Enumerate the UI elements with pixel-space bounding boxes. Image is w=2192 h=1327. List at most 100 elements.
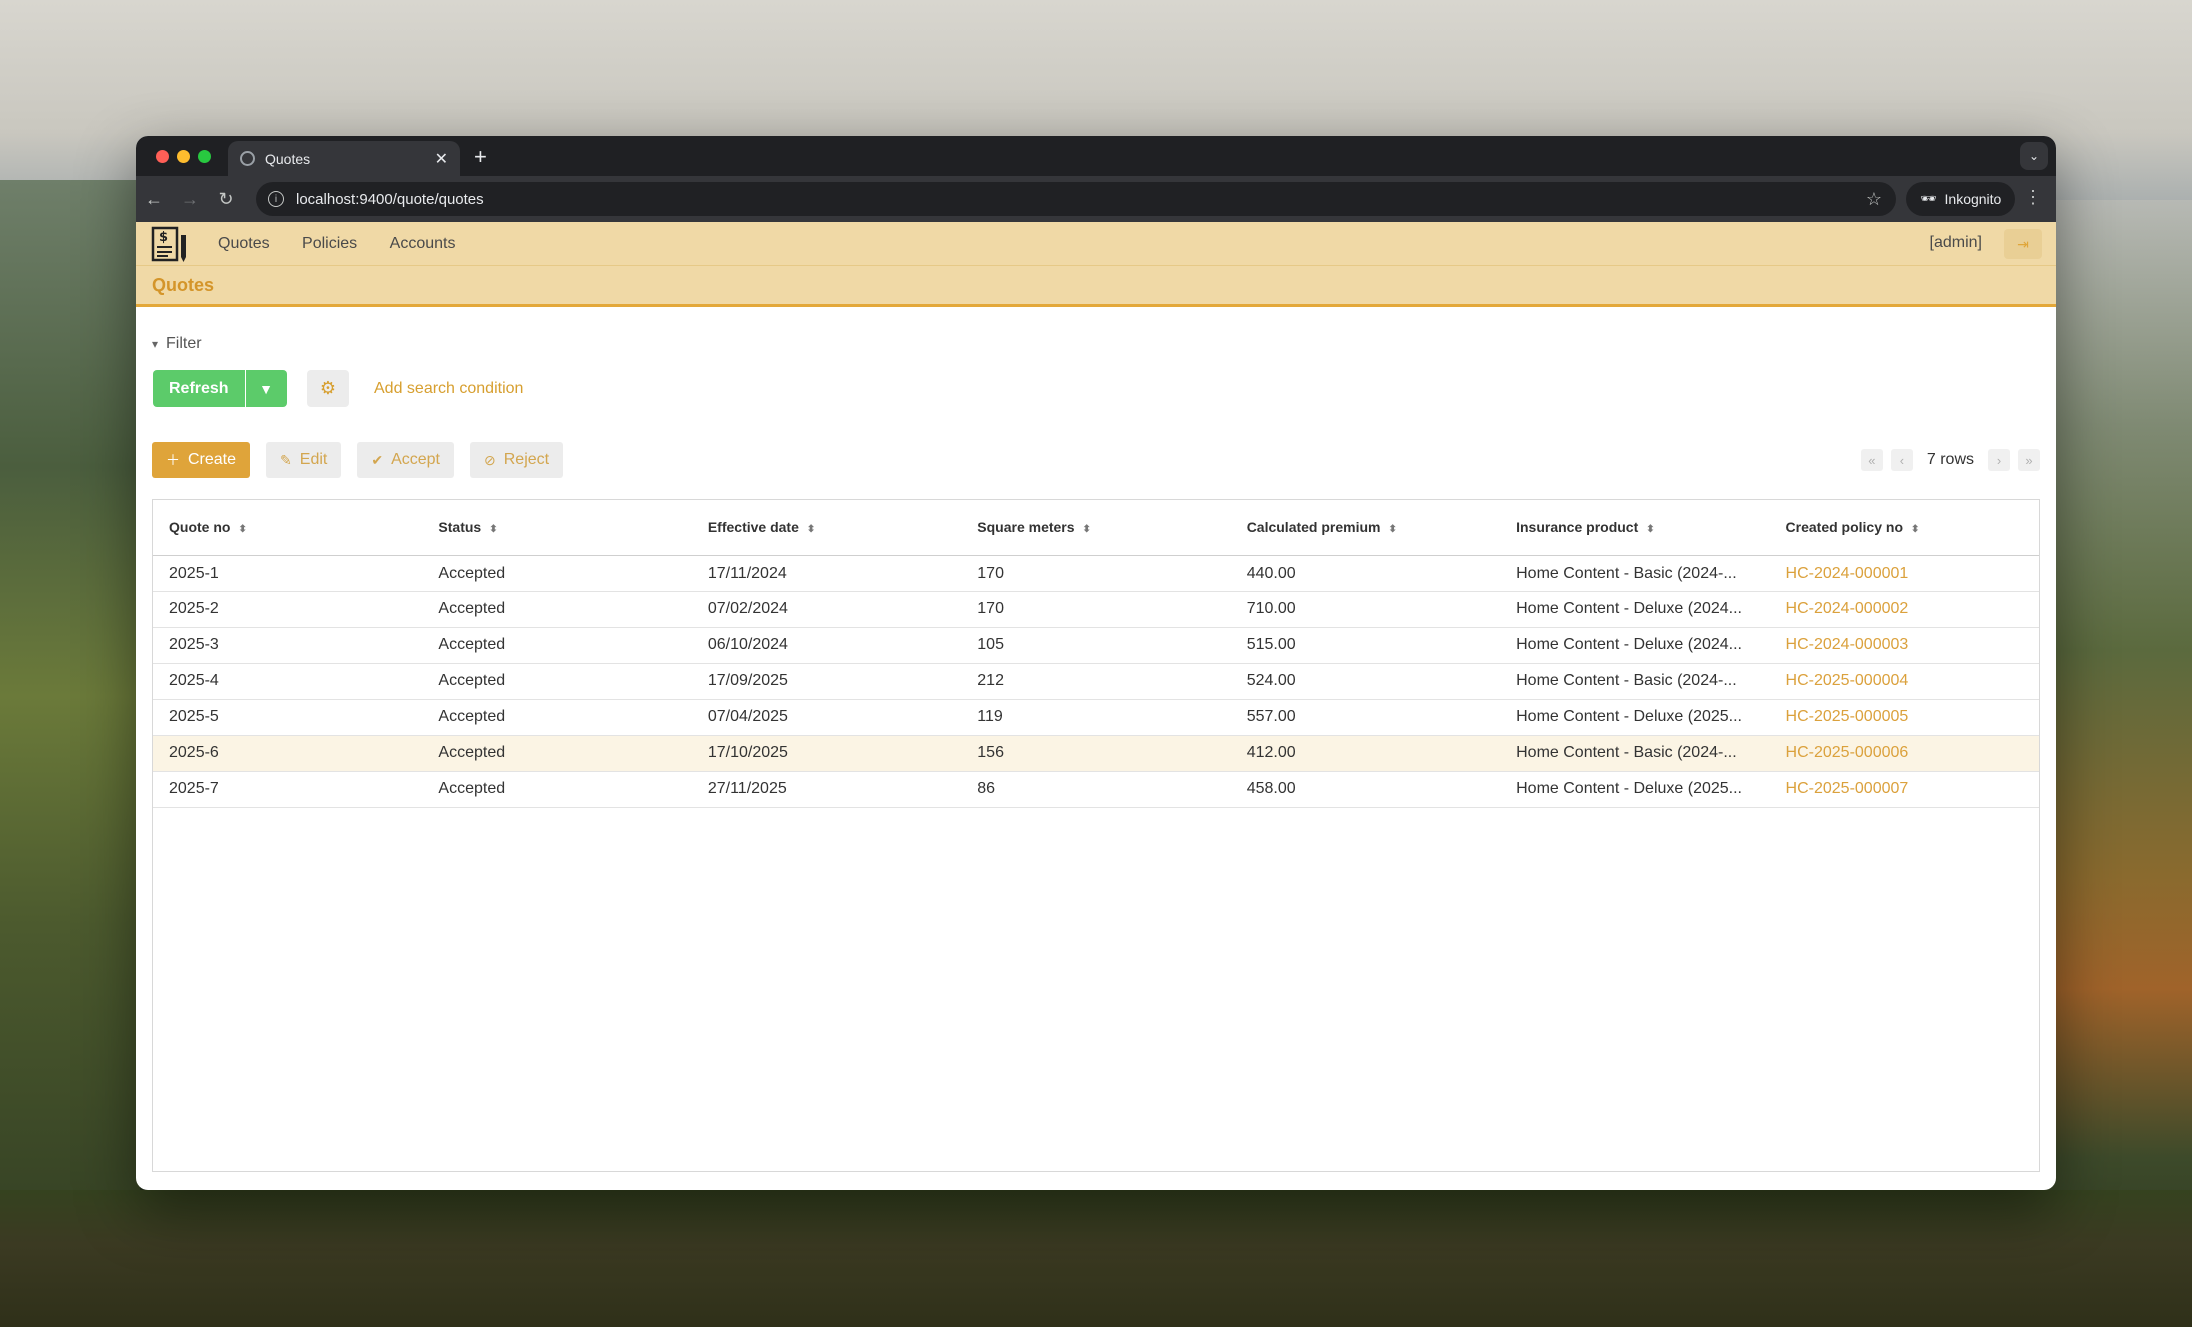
nav-accounts[interactable]: Accounts [390, 235, 456, 252]
next-page-icon[interactable]: › [1988, 449, 2010, 471]
cell-insurance-product: Home Content - Basic (2024-... [1500, 555, 1770, 592]
minimize-window-button[interactable] [177, 150, 190, 163]
refresh-button[interactable]: Refresh [153, 370, 245, 407]
url-text: localhost:9400/quote/quotes [296, 190, 484, 208]
cell-created-policy-no[interactable]: HC-2024-000001 [1769, 555, 2039, 592]
table-row[interactable]: 2025-2 Accepted 07/02/2024 170 710.00 Home Co… [153, 591, 2039, 628]
last-page-icon[interactable]: » [2018, 449, 2040, 471]
new-tab-button[interactable]: + [474, 144, 487, 170]
browser-menu-icon[interactable]: ⋮ [2024, 187, 2042, 208]
pencil-icon: ✎ [280, 451, 292, 468]
column-header-label: Quote no [169, 519, 231, 536]
main-nav: Quotes Policies Accounts [204, 235, 469, 253]
cell-effective-date: 06/10/2024 [691, 627, 962, 664]
column-header-status[interactable]: Status ⬍ [422, 500, 692, 556]
accept-label: Accept [391, 451, 440, 468]
add-search-condition-link[interactable]: Add search condition [374, 380, 523, 398]
cell-created-policy-no[interactable]: HC-2025-000005 [1769, 699, 2039, 736]
cell-square-meters: 170 [961, 591, 1231, 628]
sort-icon[interactable]: ⬍ [238, 524, 246, 535]
column-header-quote-no[interactable]: Quote no ⬍ [153, 500, 423, 556]
refresh-dropdown-button[interactable]: ▼ [244, 370, 287, 407]
cell-insurance-product: Home Content - Basic (2024-... [1500, 663, 1770, 700]
cell-effective-date: 17/09/2025 [691, 663, 962, 700]
cell-effective-date: 17/10/2025 [691, 735, 962, 772]
column-header-effective-date[interactable]: Effective date ⬍ [691, 500, 962, 556]
cell-effective-date: 27/11/2025 [691, 771, 962, 808]
column-header-label: Effective date [707, 519, 799, 536]
cell-status: Accepted [422, 627, 692, 664]
close-window-button[interactable] [156, 150, 169, 163]
incognito-badge[interactable]: 🕶 Inkognito [1906, 182, 2016, 216]
chevron-down-icon: ▼ [259, 380, 273, 397]
sort-icon[interactable]: ⬍ [1911, 524, 1919, 535]
cell-calculated-premium: 524.00 [1230, 663, 1501, 700]
sort-icon[interactable]: ⬍ [489, 524, 497, 535]
nav-quotes[interactable]: Quotes [218, 235, 270, 252]
first-page-icon[interactable]: « [1860, 449, 1883, 471]
cell-created-policy-no[interactable]: HC-2025-000007 [1769, 771, 2039, 808]
browser-tab[interactable]: Quotes ✕ [228, 141, 460, 176]
cell-calculated-premium: 458.00 [1230, 771, 1501, 808]
cell-status: Accepted [422, 771, 692, 808]
incognito-icon: 🕶 [1920, 191, 1937, 206]
site-info-icon[interactable]: i [268, 191, 284, 207]
cell-effective-date: 07/02/2024 [691, 591, 962, 628]
table-row[interactable]: 2025-1 Accepted 17/11/2024 170 440.00 Home Co… [153, 555, 2039, 592]
sort-icon[interactable]: ⬍ [1389, 524, 1397, 535]
column-header-insurance-product[interactable]: Insurance product ⬍ [1500, 500, 1770, 556]
sort-icon[interactable]: ⬍ [1646, 524, 1654, 535]
cell-status: Accepted [422, 591, 692, 628]
accept-button[interactable]: ✔ Accept [357, 442, 454, 478]
close-tab-icon[interactable]: ✕ [435, 149, 448, 169]
column-header-label: Status [438, 519, 482, 536]
cell-created-policy-no[interactable]: HC-2024-000002 [1769, 591, 2039, 628]
browser-window: Quotes ✕ + ⌄ ← → ↻ i localhost:9400/quot… [136, 136, 2056, 1190]
address-bar[interactable]: i localhost:9400/quote/quotes ☆ [256, 182, 1896, 216]
cell-calculated-premium: 710.00 [1230, 591, 1501, 628]
column-header-label: Square meters [977, 519, 1075, 536]
pagination: « ‹ 7 rows › » [1860, 449, 2040, 471]
cell-calculated-premium: 440.00 [1230, 555, 1501, 592]
app-header: $ Quotes Policies Accounts [admin] ⇥ [136, 222, 2056, 266]
column-header-square-meters[interactable]: Square meters ⬍ [961, 500, 1231, 556]
page-title-bar: Quotes [136, 266, 2056, 307]
refresh-button-group: Refresh ▼ [153, 370, 287, 407]
cell-created-policy-no[interactable]: HC-2025-000004 [1769, 663, 2039, 700]
filter-toggle[interactable]: ▾ Filter [152, 335, 202, 353]
maximize-window-button[interactable] [198, 150, 211, 163]
table-row[interactable]: 2025-6 Accepted 17/10/2025 156 412.00 Home Co… [153, 735, 2039, 772]
cell-created-policy-no[interactable]: HC-2024-000003 [1769, 627, 2039, 664]
table-row[interactable]: 2025-4 Accepted 17/09/2025 212 524.00 Home Co… [153, 663, 2039, 700]
forward-icon[interactable]: → [172, 189, 208, 210]
sort-icon[interactable]: ⬍ [807, 524, 815, 535]
tab-title: Quotes [265, 150, 311, 167]
cell-square-meters: 105 [961, 627, 1231, 664]
app-logo-icon[interactable]: $ [150, 225, 190, 263]
reload-icon[interactable]: ↻ [208, 189, 244, 210]
column-header-calculated-premium[interactable]: Calculated premium ⬍ [1230, 500, 1501, 556]
cell-insurance-product: Home Content - Deluxe (2025... [1500, 699, 1770, 736]
back-icon[interactable]: ← [136, 189, 172, 210]
prev-page-icon[interactable]: ‹ [1890, 449, 1913, 471]
cell-created-policy-no[interactable]: HC-2025-000006 [1769, 735, 2039, 772]
logout-button[interactable]: ⇥ [2004, 229, 2042, 259]
edit-button[interactable]: ✎ Edit [266, 442, 342, 478]
column-header-created-policy-no[interactable]: Created policy no ⬍ [1769, 500, 2039, 556]
tab-search-button[interactable]: ⌄ [2020, 142, 2048, 170]
globe-icon [240, 151, 255, 166]
logout-icon: ⇥ [2017, 235, 2029, 252]
cell-square-meters: 212 [961, 663, 1231, 700]
filter-settings-button[interactable]: ⚙ [307, 370, 349, 407]
svg-text:$: $ [159, 230, 168, 245]
table-row[interactable]: 2025-3 Accepted 06/10/2024 105 515.00 Home Co… [153, 627, 2039, 664]
nav-policies[interactable]: Policies [302, 235, 357, 252]
sort-icon[interactable]: ⬍ [1083, 524, 1091, 535]
reject-button[interactable]: ⊘ Reject [470, 442, 564, 478]
create-button[interactable]: ＋ Create [152, 442, 251, 478]
table-row[interactable]: 2025-5 Accepted 07/04/2025 119 557.00 Home Co… [153, 699, 2039, 736]
bookmark-star-icon[interactable]: ☆ [1866, 189, 1882, 210]
browser-tabbar: Quotes ✕ + ⌄ [136, 136, 2056, 176]
table-row[interactable]: 2025-7 Accepted 27/11/2025 86 458.00 Home Con… [153, 771, 2039, 808]
browser-toolbar: ← → ↻ i localhost:9400/quote/quotes ☆ 🕶 … [136, 176, 2056, 222]
